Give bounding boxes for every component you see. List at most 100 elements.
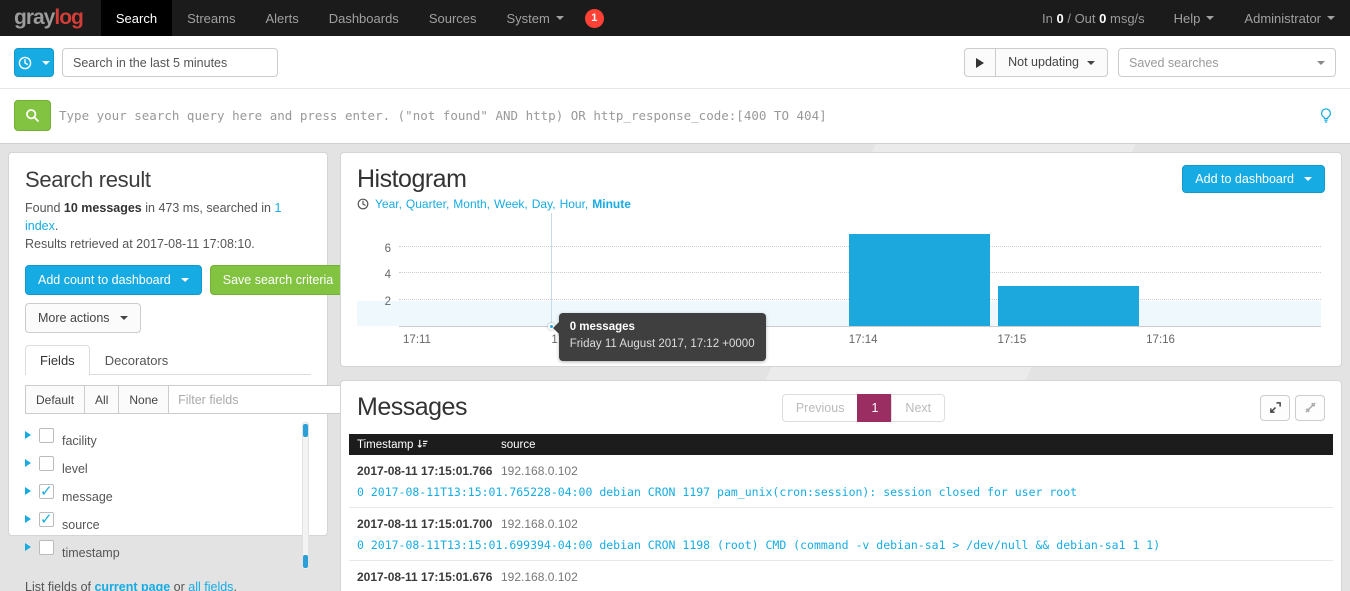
scrollbar-thumb[interactable] [303, 555, 308, 568]
expand-field-icon[interactable] [25, 515, 31, 523]
expand-field-icon[interactable] [25, 459, 31, 467]
caret-down-icon [1304, 177, 1312, 181]
nav-menu-item[interactable]: Streams [172, 0, 250, 36]
message-row[interactable]: 2017-08-11 17:15:01.700 192.168.0.102 0 … [349, 508, 1333, 561]
nav-menu-item[interactable]: Alerts [250, 0, 313, 36]
refresh-interval-button[interactable]: Not updating [995, 48, 1108, 77]
resolution-link[interactable]: Month, [453, 197, 490, 211]
resolution-selector: Year, Quarter, Month, Week, Day, Hour, Minute [357, 197, 631, 211]
resolution-link-active[interactable]: Minute [592, 197, 631, 211]
clock-icon [18, 56, 32, 70]
user-menu[interactable]: Administrator [1229, 0, 1350, 36]
field-checkbox[interactable] [39, 540, 54, 555]
graylog-logo[interactable]: graylog [0, 0, 101, 36]
resolution-link[interactable]: Week, [494, 197, 528, 211]
add-count-to-dashboard-button[interactable]: Add count to dashboard [25, 265, 202, 295]
nav-menu-item[interactable]: Sources [414, 0, 492, 36]
lightbulb-icon [1320, 108, 1332, 124]
query-help-button[interactable] [1316, 106, 1336, 126]
sort-icon[interactable] [417, 439, 428, 450]
expand-field-icon[interactable] [25, 543, 31, 551]
resolution-link[interactable]: Day, [532, 197, 556, 211]
pagination-current-page[interactable]: 1 [857, 394, 892, 422]
field-list-scrollbar[interactable] [302, 422, 309, 570]
field-preset-button[interactable]: Default [25, 385, 85, 414]
tooltip-title: 0 messages [570, 319, 755, 336]
message-text[interactable]: 0 2017-08-11T13:15:01.765228-04:00 debia… [357, 485, 1325, 499]
search-section: Not updating Saved searches [0, 36, 1350, 144]
nav-menu-item[interactable]: System [492, 0, 579, 36]
result-retrieved: Results retrieved at 2017-08-11 17:08:10… [25, 235, 311, 253]
histogram-plot[interactable]: 0 messages Friday 11 August 2017, 17:12 … [399, 227, 1321, 327]
field-preset-group: Default All None [25, 385, 169, 414]
histogram-tooltip: 0 messages Friday 11 August 2017, 17:12 … [559, 313, 766, 361]
field-checkbox[interactable] [39, 484, 54, 499]
crosshair-line [551, 213, 552, 326]
field-preset-button[interactable]: All [84, 385, 119, 414]
caret-down-icon [1327, 16, 1335, 20]
more-actions-button[interactable]: More actions [25, 303, 141, 333]
caret-down-icon [120, 316, 128, 320]
field-label: level [62, 463, 88, 477]
add-to-dashboard-button[interactable]: Add to dashboard [1182, 165, 1325, 193]
sidebar-title: Search result [25, 167, 311, 193]
field-checkbox[interactable] [39, 456, 54, 471]
field-list-item: source [25, 506, 297, 532]
current-page-link[interactable]: current page [94, 580, 170, 591]
nav-menu-item[interactable]: Dashboards [314, 0, 414, 36]
play-button[interactable] [964, 48, 996, 77]
x-tick-label: 17:11 [389, 334, 445, 346]
search-submit-button[interactable] [14, 100, 51, 131]
field-preset-button[interactable]: None [118, 385, 169, 414]
filter-fields-input[interactable] [168, 385, 349, 414]
expand-field-icon[interactable] [25, 487, 31, 495]
histogram-title: Histogram [357, 165, 631, 194]
histogram-bar[interactable] [849, 234, 990, 326]
saved-searches-select[interactable]: Saved searches [1118, 48, 1336, 77]
field-checkbox[interactable] [39, 428, 54, 443]
fields-footer: List fields of current page or all field… [25, 580, 311, 591]
expand-messages-button[interactable] [1260, 395, 1290, 421]
timerange-input[interactable] [62, 48, 278, 77]
message-row[interactable]: 2017-08-11 17:15:01.766 192.168.0.102 0 … [349, 455, 1333, 508]
expand-field-icon[interactable] [25, 431, 31, 439]
compress-icon [1304, 401, 1317, 414]
messages-panel: Messages Previous 1 Next Times [340, 380, 1342, 591]
search-query-input[interactable] [59, 100, 1308, 131]
histogram-bar[interactable] [998, 286, 1139, 326]
field-label: source [62, 519, 100, 533]
pagination-next-button[interactable]: Next [891, 394, 945, 422]
all-fields-link[interactable]: all fields [188, 580, 233, 591]
tooltip-subtitle: Friday 11 August 2017, 17:12 +0000 [570, 336, 755, 353]
sidebar-tabs: Fields Decorators [25, 345, 311, 375]
timerange-dropdown-button[interactable] [14, 48, 54, 77]
field-list-item: timestamp [25, 534, 297, 560]
messages-title: Messages [357, 393, 467, 422]
top-navbar: graylog Search Streams Alerts [0, 0, 1350, 36]
sidebar-tab[interactable]: Decorators [90, 345, 184, 375]
logo-text-gray: gray [14, 6, 54, 30]
caret-down-icon [1087, 61, 1095, 65]
throughput-indicator: In 0 / Out 0 msg/s [1028, 0, 1159, 36]
scrollbar-thumb[interactable] [303, 424, 308, 437]
field-list-item: level [25, 450, 297, 476]
nav-menu-item[interactable]: Search [101, 0, 172, 36]
resolution-link[interactable]: Quarter, [406, 197, 449, 211]
message-text[interactable]: 0 2017-08-11T13:15:01.699394-04:00 debia… [357, 538, 1325, 552]
resolution-link[interactable]: Year, [375, 197, 402, 211]
message-row[interactable]: 2017-08-11 17:15:01.676 192.168.0.102 0 … [349, 561, 1333, 591]
x-tick-label: 17:14 [835, 334, 891, 346]
clock-icon [357, 198, 369, 210]
notification-badge[interactable]: 1 [585, 9, 604, 28]
search-result-sidebar: Search result Found 10 messages in 473 m… [8, 152, 328, 536]
messages-table: 2017-08-11 17:15:01.766 192.168.0.102 0 … [349, 455, 1333, 591]
help-menu[interactable]: Help [1159, 0, 1230, 36]
collapse-messages-button[interactable] [1295, 395, 1325, 421]
resolution-link[interactable]: Hour, [560, 197, 589, 211]
caret-down-icon [556, 16, 564, 20]
save-search-criteria-button[interactable]: Save search criteria [210, 265, 346, 295]
message-source: 192.168.0.102 [501, 517, 578, 531]
sidebar-tab[interactable]: Fields [25, 345, 90, 375]
field-checkbox[interactable] [39, 512, 54, 527]
pagination-previous-button[interactable]: Previous [782, 394, 859, 422]
